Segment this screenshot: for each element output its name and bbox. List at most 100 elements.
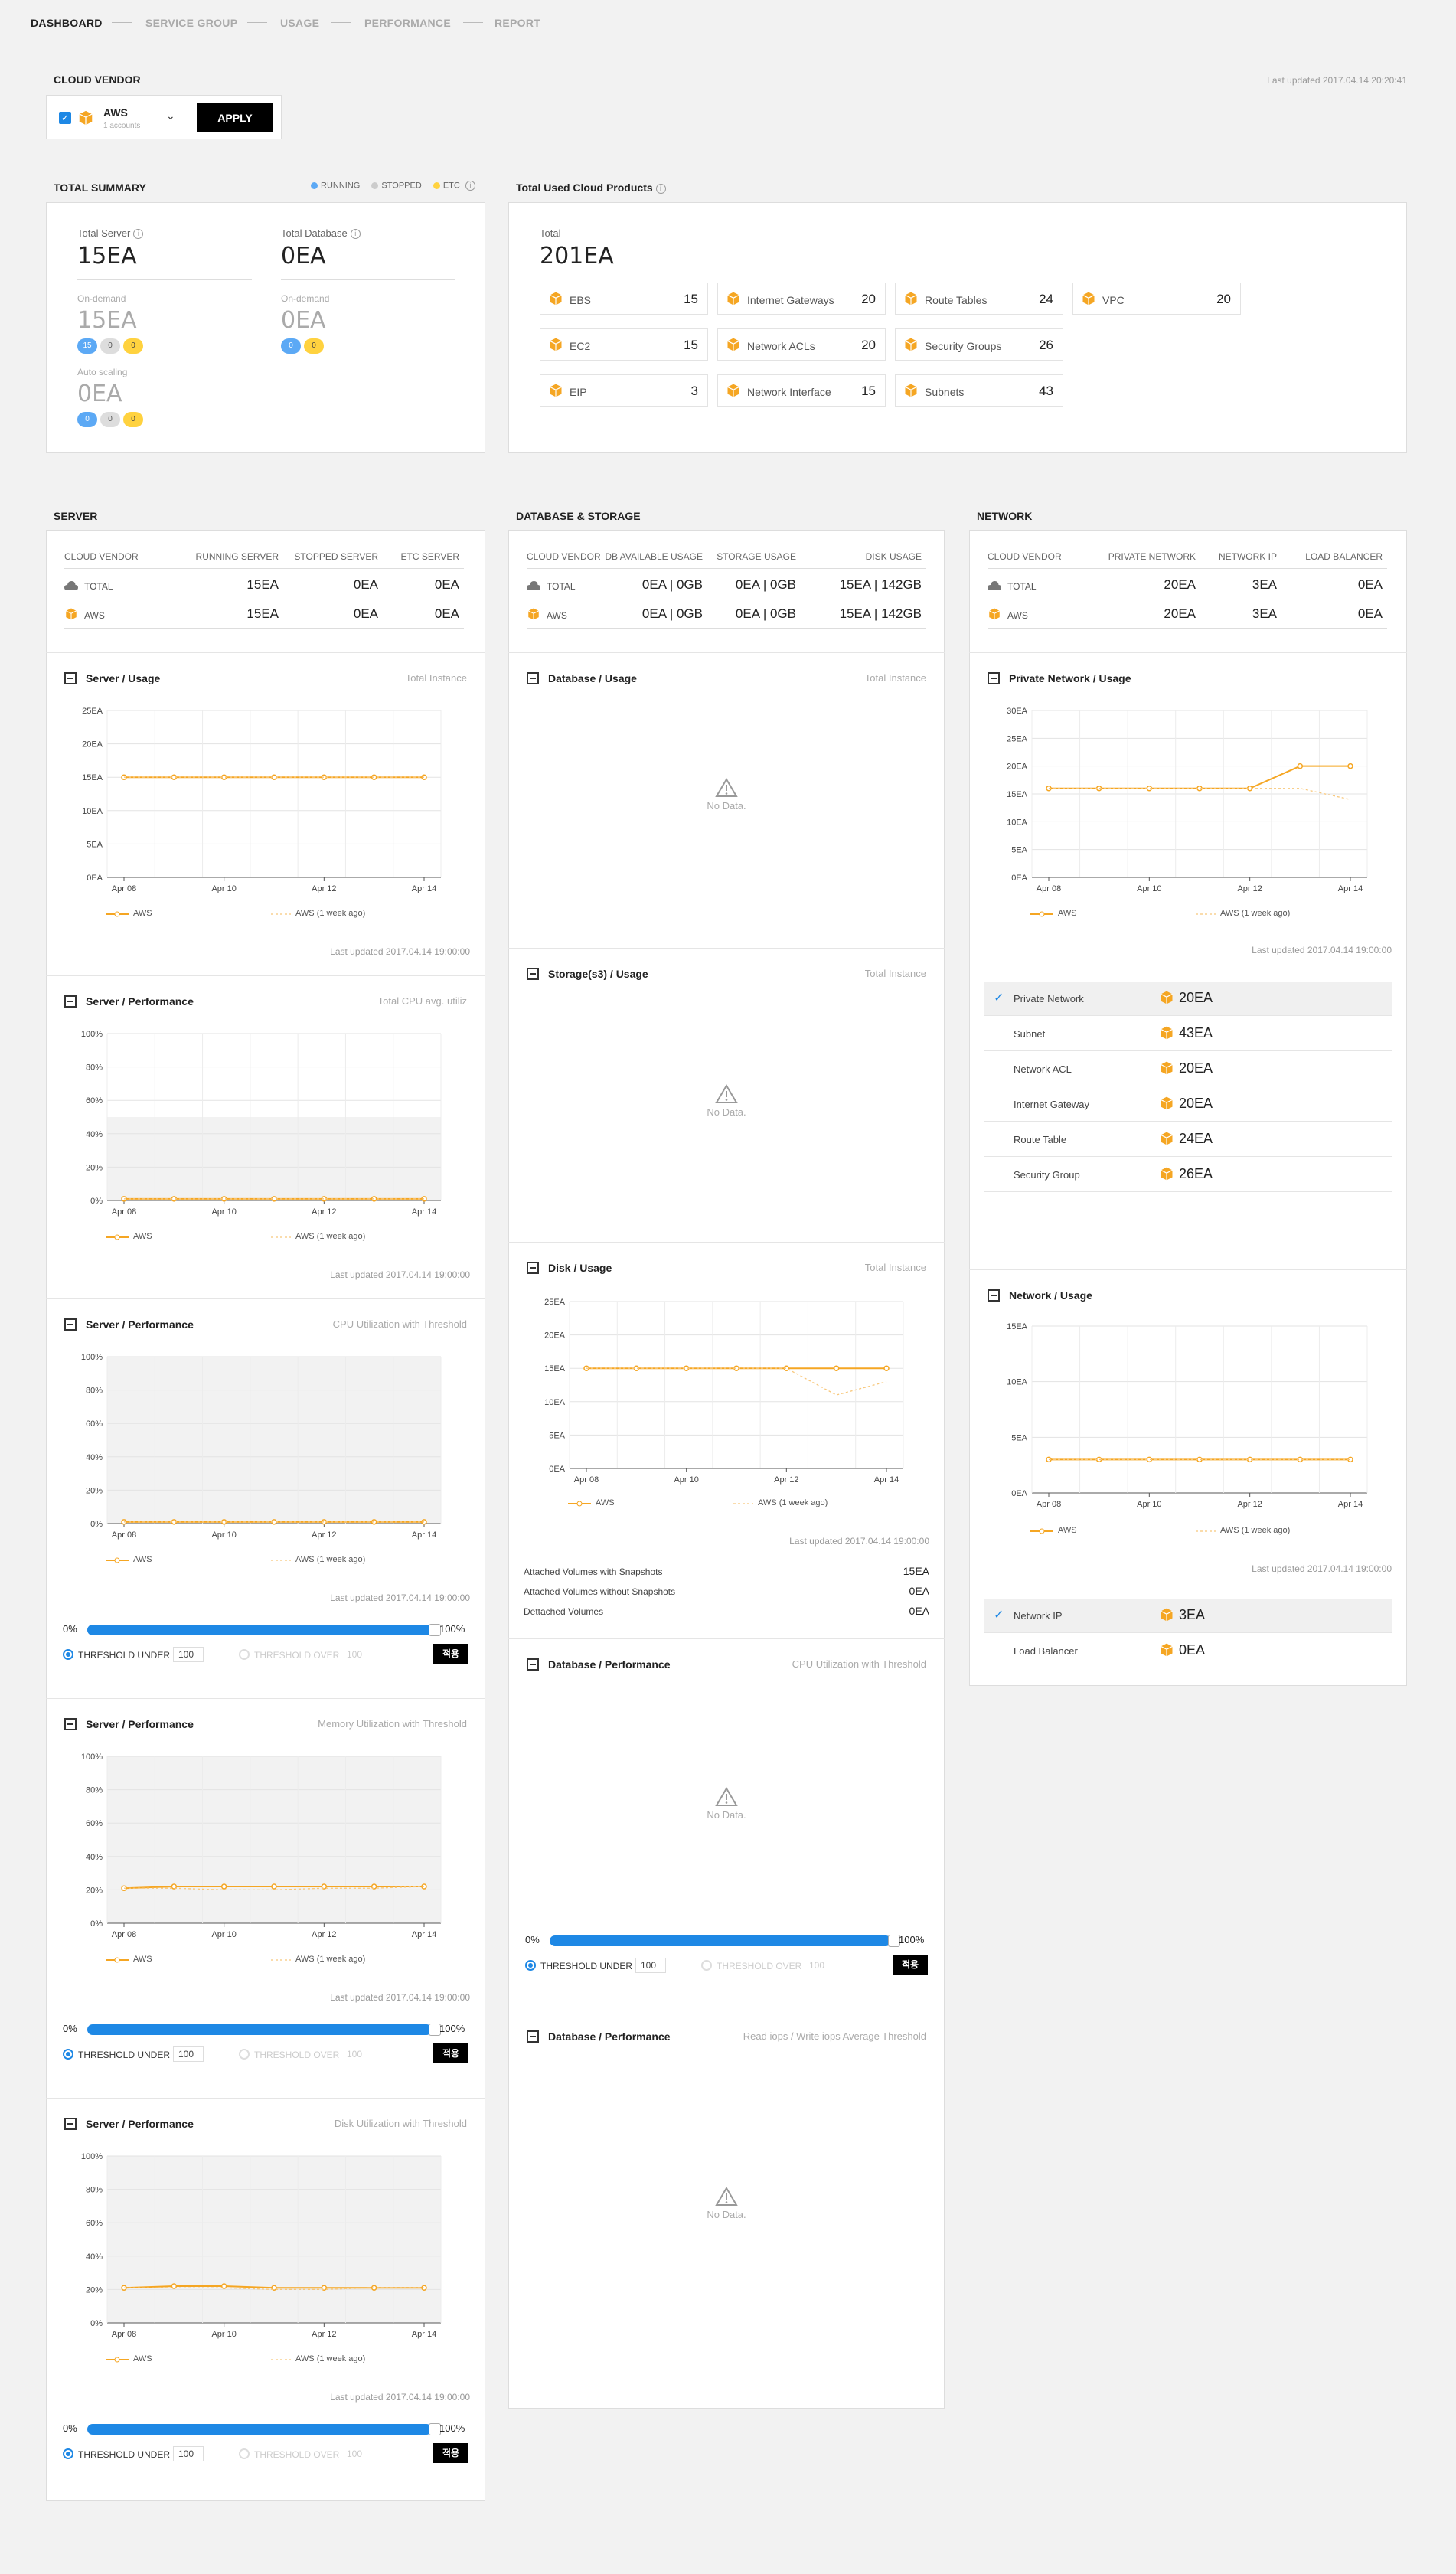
no-data-message: No Data.: [508, 778, 945, 816]
table-cell: 0EA: [353, 577, 378, 592]
collapse-icon[interactable]: [527, 2030, 539, 2043]
tab-performance[interactable]: PERFORMANCE: [364, 17, 451, 29]
collapse-icon[interactable]: [527, 672, 539, 684]
collapse-icon[interactable]: [988, 672, 1000, 684]
threshold-bar[interactable]: [87, 2024, 432, 2035]
threshold-under-input[interactable]: [173, 2446, 204, 2461]
info-icon[interactable]: i: [655, 183, 666, 194]
cloud-icon: [988, 581, 1001, 590]
threshold-apply-button[interactable]: 적용: [433, 2043, 468, 2063]
data-point[interactable]: [833, 1365, 840, 1371]
collapse-icon[interactable]: [64, 995, 77, 1008]
tab-service-group[interactable]: SERVICE GROUP: [145, 17, 237, 29]
legend-label-week-ago: AWS (1 week ago): [1220, 1526, 1291, 1535]
chevron-down-icon[interactable]: ⌄: [166, 109, 175, 122]
threshold-under-label: THRESHOLD UNDER: [78, 2050, 171, 2060]
threshold-over-radio[interactable]: [239, 2448, 250, 2459]
product-card-vpc[interactable]: VPC 20: [1072, 283, 1241, 315]
threshold-under-input[interactable]: [173, 1647, 204, 1662]
collapse-icon[interactable]: [988, 1289, 1000, 1302]
storage-usage-title: Storage(s3) / Usage: [548, 968, 648, 980]
threshold-over-input[interactable]: [341, 1647, 372, 1662]
threshold-over-radio[interactable]: [239, 2049, 250, 2060]
data-point[interactable]: [1297, 763, 1304, 769]
x-tick-label: Apr 10: [211, 1930, 236, 1939]
threshold-under-radio[interactable]: [63, 2049, 73, 2060]
product-count: 24: [1039, 292, 1053, 306]
product-card-eip[interactable]: EIP 3: [540, 374, 708, 407]
product-card-ec2[interactable]: EC2 15: [540, 328, 708, 361]
y-tick-label: 30EA: [1007, 707, 1028, 716]
y-tick-label: 10EA: [544, 1398, 566, 1407]
product-card-ebs[interactable]: EBS 15: [540, 283, 708, 315]
product-card-security-groups[interactable]: Security Groups 26: [895, 328, 1063, 361]
threshold-under-radio[interactable]: [63, 2448, 73, 2459]
collapse-icon[interactable]: [64, 2118, 77, 2130]
y-tick-label: 80%: [86, 1387, 103, 1396]
x-tick-label: Apr 12: [312, 884, 336, 893]
collapse-icon[interactable]: [64, 1718, 77, 1730]
data-point[interactable]: [220, 1883, 227, 1890]
legend-line-icon: [106, 1557, 129, 1563]
threshold-bar[interactable]: [87, 2424, 432, 2435]
aws-cube-icon: [1161, 1061, 1173, 1075]
chart-legend: AWS AWS (1 week ago): [106, 1954, 381, 1966]
data-point[interactable]: [1347, 763, 1353, 769]
threshold-under-input[interactable]: [173, 2046, 204, 2062]
info-icon[interactable]: i: [133, 229, 144, 240]
collapse-icon[interactable]: [527, 1262, 539, 1274]
threshold-over-input[interactable]: [341, 2046, 372, 2062]
threshold-over-radio[interactable]: [239, 1649, 250, 1660]
private-item-value: 20EA: [1179, 990, 1213, 1005]
product-card-network-interface[interactable]: Network Interface 15: [717, 374, 886, 407]
threshold-apply-button[interactable]: 적용: [893, 1955, 928, 1975]
network-ip-item-network-ip[interactable]: ✓ Network IP 3EA: [984, 1599, 1392, 1633]
threshold-under-input[interactable]: [635, 1958, 666, 1973]
threshold-under-radio[interactable]: [525, 1960, 536, 1971]
threshold-bar[interactable]: [87, 1625, 432, 1635]
bar-min-label: 0%: [525, 1934, 540, 1945]
threshold-bar[interactable]: [550, 1935, 891, 1946]
collapse-icon[interactable]: [527, 968, 539, 980]
tab-report[interactable]: REPORT: [495, 17, 540, 29]
private-item-network-acl[interactable]: Network ACL 20EA: [984, 1052, 1392, 1086]
table-cell: 0EA | 0GB: [735, 577, 796, 592]
private-item-route-table[interactable]: Route Table 24EA: [984, 1122, 1392, 1157]
threshold-apply-button[interactable]: 적용: [433, 1644, 468, 1664]
x-tick-label: Apr 12: [312, 1530, 336, 1540]
collapse-icon[interactable]: [64, 1318, 77, 1331]
table-header: STORAGE USAGE: [717, 551, 796, 562]
product-card-route-tables[interactable]: Route Tables 24: [895, 283, 1063, 315]
disk-extra-value: 0EA: [909, 1605, 929, 1617]
tab-usage[interactable]: USAGE: [280, 17, 319, 29]
product-card-internet-gateways[interactable]: Internet Gateways 20: [717, 283, 886, 315]
data-point[interactable]: [883, 1365, 890, 1371]
threshold-over-input[interactable]: [341, 2446, 372, 2461]
collapse-icon[interactable]: [527, 1658, 539, 1671]
threshold-over-input[interactable]: [804, 1958, 834, 1973]
private-item-internet-gateway[interactable]: Internet Gateway 20EA: [984, 1087, 1392, 1122]
no-data-text: No Data.: [707, 1809, 746, 1821]
vendor-checkbox[interactable]: ✓: [59, 112, 71, 124]
data-point[interactable]: [271, 1883, 277, 1890]
threshold-over-radio[interactable]: [701, 1960, 712, 1971]
product-card-network-acls[interactable]: Network ACLs 20: [717, 328, 886, 361]
network-ip-item-load-balancer[interactable]: Load Balancer 0EA: [984, 1634, 1392, 1668]
collapse-icon[interactable]: [64, 672, 77, 684]
db-ondemand-pills: 00: [281, 338, 327, 354]
private-item-subnet[interactable]: Subnet 43EA: [984, 1017, 1392, 1051]
info-icon[interactable]: i: [350, 229, 361, 240]
chart-svg-network-usage: 0EA 5EA 10EA 15EA Apr 08 Apr 10 Apr 12 Apr 14: [1007, 1322, 1368, 1509]
info-icon[interactable]: i: [465, 181, 475, 191]
total-db-label: Total Database i: [281, 227, 361, 240]
tab-dashboard[interactable]: DASHBOARD: [31, 17, 103, 29]
table-header: PRIVATE NETWORK: [1108, 551, 1196, 562]
apply-button[interactable]: APPLY: [197, 103, 273, 132]
product-card-subnets[interactable]: Subnets 43: [895, 374, 1063, 407]
threshold-under-radio[interactable]: [63, 1649, 73, 1660]
private-item-security-group[interactable]: Security Group 26EA: [984, 1158, 1392, 1192]
warning-icon: [715, 1084, 738, 1103]
legend-line-icon: [106, 1957, 129, 1963]
private-item-private-network[interactable]: ✓ Private Network 20EA: [984, 982, 1392, 1016]
threshold-apply-button[interactable]: 적용: [433, 2443, 468, 2463]
